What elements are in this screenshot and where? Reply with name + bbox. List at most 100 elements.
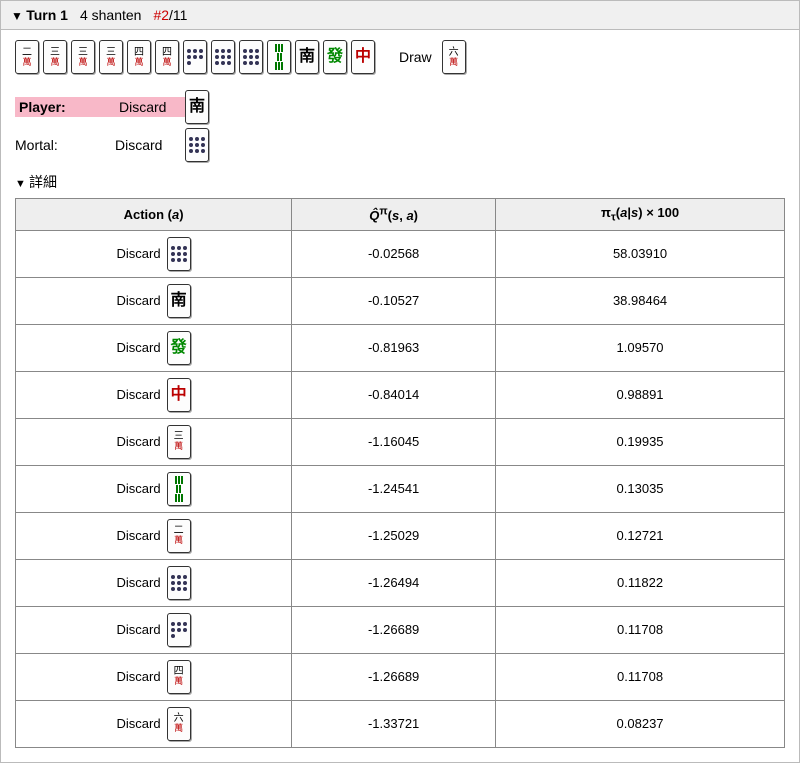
rank-total: /11 [169,7,187,23]
tile-7p [183,40,207,74]
pi-value: 0.19935 [496,418,785,465]
mortal-decision: Mortal: Discard [15,126,785,164]
details-table-wrap: Action (a) Q̂π(s, a) πτ(a|s) × 100 Disca… [1,198,799,762]
tile-9p [167,237,191,271]
tile-3m: 三萬 [167,425,191,459]
q-value: -1.25029 [292,512,496,559]
tile-chun: 中 [351,40,375,74]
turn-label: Turn 1 [11,7,68,23]
tile-3m: 三萬 [71,40,95,74]
pi-value: 0.11822 [496,559,785,606]
q-value: -1.26689 [292,606,496,653]
action-cell: Discard 發 [16,324,292,371]
table-row: Discard -1.245410.13035 [16,465,785,512]
col-pi: πτ(a|s) × 100 [496,199,785,231]
tile-hatsu: 發 [167,331,191,365]
discard-label: Discard [117,622,161,637]
tile-3m: 三萬 [43,40,67,74]
player-decision: Player: Discard 南 [15,88,785,126]
action-cell: Discard [16,230,292,277]
tile-9p [185,128,209,162]
action-cell: Discard 四萬 [16,653,292,700]
mortal-label: Mortal: [15,137,115,153]
tile-2m: 二萬 [15,40,39,74]
pi-value: 0.98891 [496,371,785,418]
action-cell: Discard 三萬 [16,418,292,465]
tile-9p [211,40,235,74]
tile-6m: 六萬 [167,707,191,741]
player-tile: 南 [185,90,209,124]
tile-nan: 南 [167,284,191,318]
table-row: Discard四萬-1.266890.11708 [16,653,785,700]
discard-label: Discard [117,669,161,684]
table-row: Discard二萬-1.250290.12721 [16,512,785,559]
discard-label: Discard [117,293,161,308]
table-row: Discard -1.266890.11708 [16,606,785,653]
q-value: -0.02568 [292,230,496,277]
player-action: Discard [115,97,185,117]
tile-6m: 六萬 [442,40,466,74]
tile-4m: 四萬 [155,40,179,74]
discard-label: Discard [117,481,161,496]
pi-value: 58.03910 [496,230,785,277]
details-toggle[interactable]: 詳細 [1,172,799,198]
pi-value: 0.08237 [496,700,785,747]
tile-nan: 南 [295,40,319,74]
q-value: -0.10527 [292,277,496,324]
action-cell: Discard二萬 [16,512,292,559]
action-cell: Discard [16,559,292,606]
details-toggle-label: 詳細 [29,174,57,190]
discard-label: Discard [117,387,161,402]
tile-4m: 四萬 [127,40,151,74]
discard-label: Discard [117,528,161,543]
decisions: Player: Discard 南 Mortal: Discard [1,84,799,172]
rank-number: #2 [153,7,169,23]
pi-value: 1.09570 [496,324,785,371]
tile-9p_b [167,566,191,600]
pi-value: 0.13035 [496,465,785,512]
hand-area: 二萬三萬三萬三萬四萬四萬南發中Draw六萬 [1,30,799,84]
discard-label: Discard [117,575,161,590]
col-q: Q̂π(s, a) [292,199,496,231]
q-value: -1.24541 [292,465,496,512]
q-value: -0.84014 [292,371,496,418]
q-value: -1.33721 [292,700,496,747]
q-value: -1.16045 [292,418,496,465]
panel-header[interactable]: Turn 1 4 shanten #2/11 [1,1,799,30]
details-table: Action (a) Q̂π(s, a) πτ(a|s) × 100 Disca… [15,198,785,748]
table-row: Discard -1.264940.11822 [16,559,785,606]
table-row: Discard 南 -0.1052738.98464 [16,277,785,324]
tile-3m: 三萬 [99,40,123,74]
pi-value: 38.98464 [496,277,785,324]
action-cell: Discard [16,465,292,512]
tile-nan: 南 [185,90,209,124]
discard-label: Discard [117,246,161,261]
discard-label: Discard [117,434,161,449]
tile-8s [267,40,291,74]
tile-8s [167,472,191,506]
action-cell: Discard 六萬 [16,700,292,747]
col-action: Action (a) [16,199,292,231]
discard-label: Discard [117,716,161,731]
q-value: -1.26494 [292,559,496,606]
pi-value: 0.11708 [496,606,785,653]
action-cell: Discard [16,606,292,653]
mortal-action: Discard [115,137,185,153]
q-value: -0.81963 [292,324,496,371]
action-cell: Discard 中 [16,371,292,418]
tile-9p [239,40,263,74]
shanten-label: 4 shanten [80,7,142,23]
review-panel: Turn 1 4 shanten #2/11 二萬三萬三萬三萬四萬四萬南發中Dr… [0,0,800,763]
pi-value: 0.11708 [496,653,785,700]
draw-label: Draw [399,49,432,65]
table-row: Discard 中 -0.840140.98891 [16,371,785,418]
table-row: Discard 發 -0.819631.09570 [16,324,785,371]
action-cell: Discard 南 [16,277,292,324]
table-row: Discard 六萬 -1.337210.08237 [16,700,785,747]
tile-4m: 四萬 [167,660,191,694]
mortal-tile [185,128,209,162]
rank-label: #2/11 [153,7,187,23]
tile-chun: 中 [167,378,191,412]
discard-label: Discard [117,340,161,355]
table-row: Discard 三萬 -1.160450.19935 [16,418,785,465]
